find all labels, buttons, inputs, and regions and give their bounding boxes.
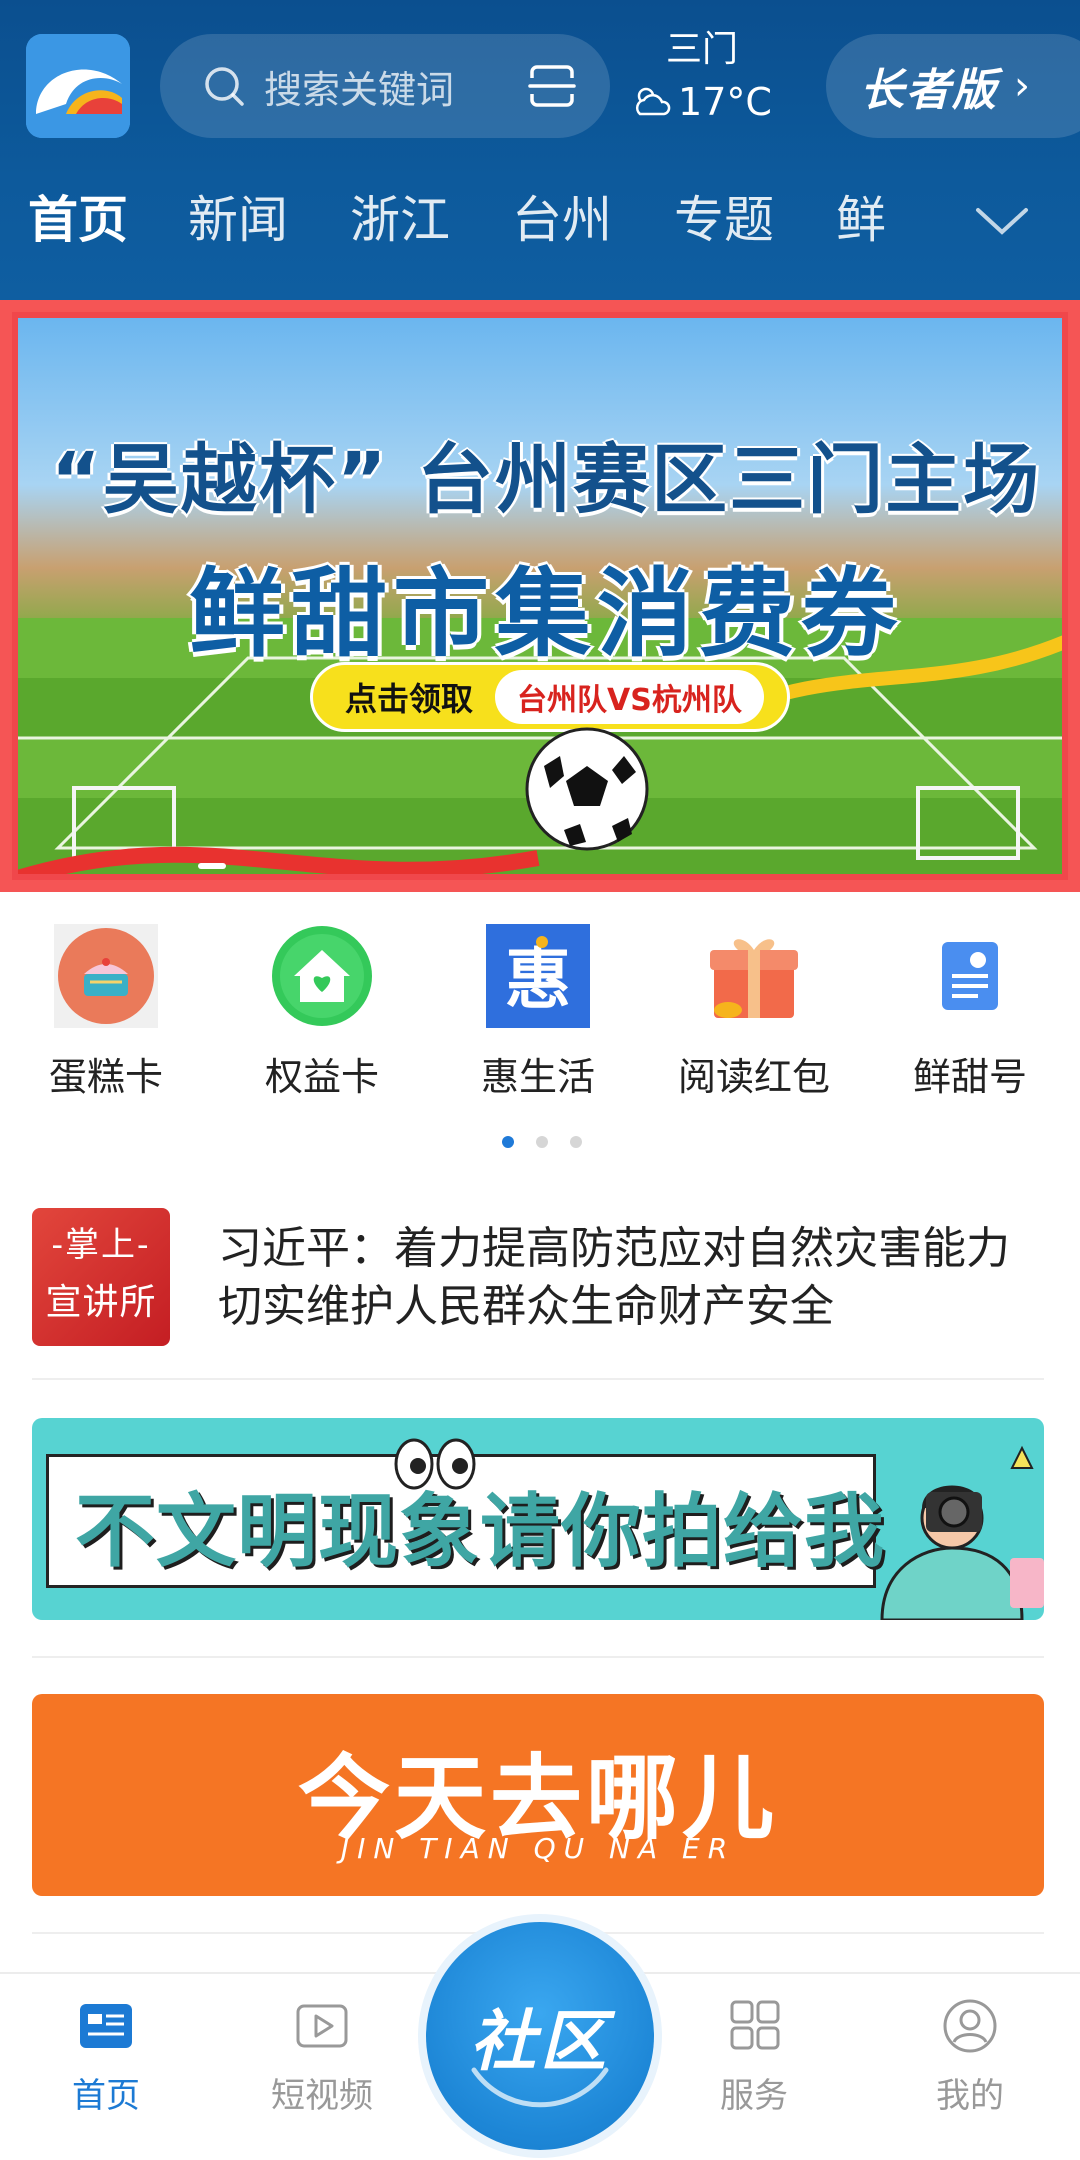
profile-icon [943,1999,997,2053]
quick-link-hui-life[interactable]: 惠 惠生活 [458,924,618,1101]
tab-xian[interactable]: 鲜 [836,180,886,260]
weather-temperature: 17°C [678,80,772,124]
logo-wave-icon [26,34,130,138]
quick-link-label: 阅读红包 [677,1055,830,1099]
search-bar[interactable]: 搜索关键词 [160,34,610,138]
news-column-badge: -掌上- 宣讲所 [32,1208,170,1346]
elder-mode-button[interactable]: 长者版 › [826,34,1080,138]
divider [32,1378,1044,1380]
badge-line2: 宣讲所 [45,1282,157,1323]
hui-icon: 惠 [486,924,590,1028]
svg-text:惠: 惠 [505,940,571,1018]
quick-links-pager [502,1136,582,1150]
pager-dot-active [502,1136,514,1148]
quick-link-xiantian-account[interactable]: 鲜甜号 [890,924,1050,1101]
chevron-right-icon: › [1014,63,1030,109]
community-button[interactable]: 社区 [426,1922,654,2150]
photographer-illustration [880,1445,1044,1620]
cake-icon [54,924,158,1028]
pager-dot [536,1136,548,1148]
home-heart-icon [272,926,372,1026]
banner-title-line2: 鲜甜市集消费券 [189,558,903,670]
quick-links: 蛋糕卡 权益卡 惠 惠生活 阅读红包 鲜甜号 [0,924,1080,1104]
soccer-ball-icon [525,727,649,851]
claim-label: 点击领取 [345,680,474,718]
cloudy-icon [635,87,671,116]
nav-home[interactable]: 首页 [26,1998,186,2117]
tab-news[interactable]: 新闻 [188,180,288,260]
promo-pinyin: JIN TIAN QU NA ER [340,1832,736,1865]
banner-page-indicator [198,863,226,869]
nav-short-video-label: 短视频 [271,2076,373,2116]
app-logo[interactable] [26,34,130,138]
banner-image: “吴越杯” 台州赛区三门主场 鲜甜市集消费券 点击领取 台州队VS杭州队 [12,312,1068,880]
nav-home-label: 首页 [72,2076,140,2116]
quick-link-cake-card[interactable]: 蛋糕卡 [26,924,186,1101]
nav-profile[interactable]: 我的 [890,1998,1050,2117]
news-headline: 习近平：着力提高防范应对自然灾害能力 切实维护人民群众生命财产安全 [218,1223,1010,1332]
pager-dot [570,1136,582,1148]
elder-mode-label: 长者版 [860,65,998,116]
promo-banner-where-to-go[interactable]: 今天去哪儿 JIN TIAN QU NA ER [32,1694,1044,1896]
match-label: 台州队VS杭州队 [495,670,764,724]
video-play-icon [296,2004,348,2048]
claim-voucher-button[interactable]: 点击领取 台州队VS杭州队 [310,662,790,732]
quick-link-label: 惠生活 [480,1055,595,1099]
weather-widget[interactable]: 三门 17°C [632,24,772,124]
nav-short-video[interactable]: 短视频 [242,1998,402,2117]
document-badge-icon [942,942,998,1010]
news-item[interactable]: -掌上- 宣讲所 习近平：着力提高防范应对自然灾害能力 切实维护人民群众生命财产… [32,1208,1044,1348]
nav-services-label: 服务 [720,2076,788,2116]
tab-zhejiang[interactable]: 浙江 [350,180,450,260]
scan-icon[interactable] [528,64,576,108]
tab-topics[interactable]: 专题 [674,180,774,260]
nav-profile-label: 我的 [936,2076,1004,2116]
banner-title-line1: “吴越杯” 台州赛区三门主场 [50,435,1042,524]
promo-banner-report[interactable]: 不文明现象请你拍给我 [32,1418,1044,1620]
tab-home[interactable]: 首页 [28,180,128,260]
badge-line1: -掌上- [51,1225,151,1265]
divider [32,1656,1044,1658]
grid-icon [730,2000,780,2050]
search-icon [205,67,244,106]
quick-link-reading-redpacket[interactable]: 阅读红包 [674,924,834,1101]
quick-link-benefit-card[interactable]: 权益卡 [242,924,402,1101]
home-news-icon [80,2004,132,2048]
tab-taizhou[interactable]: 台州 [512,180,612,260]
chevron-down-icon[interactable] [972,196,1032,246]
app-header: 搜索关键词 三门 17°C 长者版 › 首页 新闻 浙江 台州 专题 鲜 [0,0,1080,300]
community-ring-icon [471,2067,609,2108]
nav-services[interactable]: 服务 [674,1998,834,2117]
gift-box-icon [710,939,798,1018]
quick-link-label: 权益卡 [264,1055,379,1099]
eyes-icon [394,1438,476,1490]
hero-banner[interactable]: “吴越杯” 台州赛区三门主场 鲜甜市集消费券 点击领取 台州队VS杭州队 [0,300,1080,892]
quick-link-label: 鲜甜号 [912,1055,1027,1099]
weather-city: 三门 [665,29,738,70]
quick-link-label: 蛋糕卡 [48,1055,163,1099]
search-placeholder: 搜索关键词 [264,67,455,112]
channel-tabs: 首页 新闻 浙江 台州 专题 鲜 [0,180,1080,260]
promo-slogan: 不文明现象请你拍给我 [75,1485,885,1578]
